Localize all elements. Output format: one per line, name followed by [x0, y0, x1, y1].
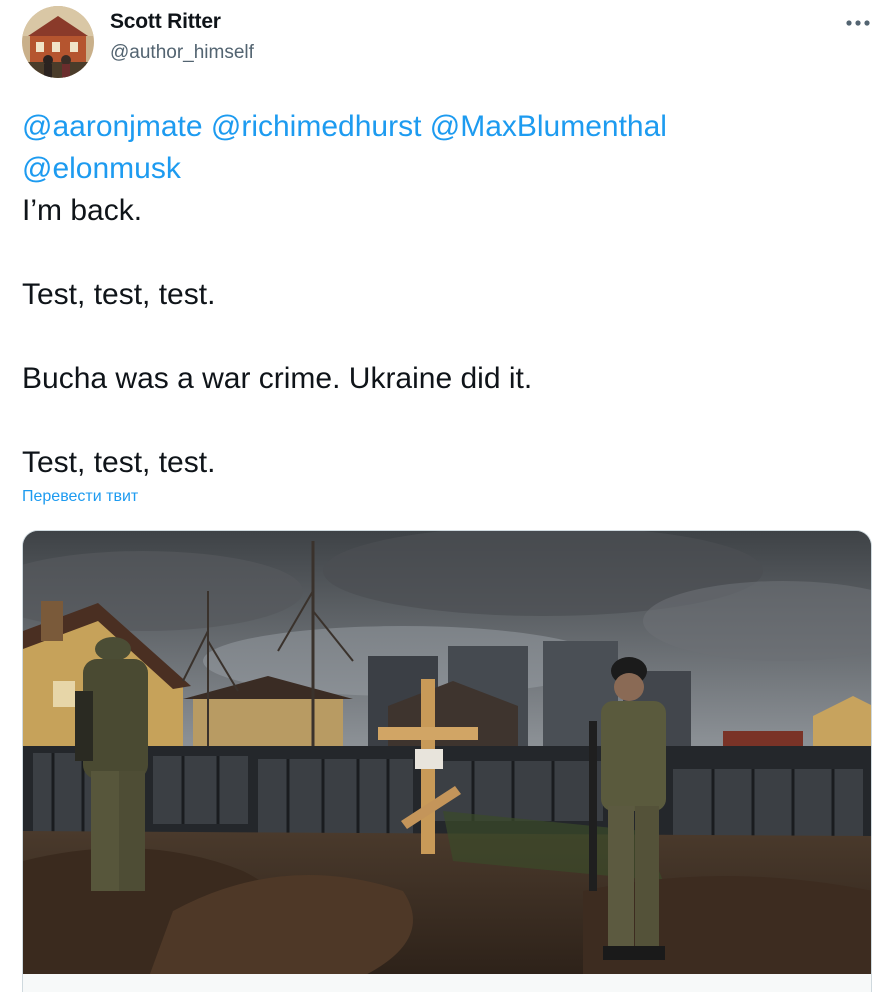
tweet-line: Test, test, test.	[22, 278, 216, 311]
tweet-text: @aaronjmate @richimedhurst @MaxBlumentha…	[22, 106, 862, 484]
avatar-image	[22, 6, 94, 78]
translate-tweet-link[interactable]: Перевести твит	[22, 488, 138, 506]
tweet-line: I’m back.	[22, 194, 143, 227]
more-horizontal-icon	[846, 20, 870, 26]
tweet-line: Test, test, test.	[22, 446, 216, 479]
mention-link[interactable]: @MaxBlumenthal	[430, 110, 667, 143]
author-handle[interactable]: @author_himself	[110, 42, 254, 64]
mention-link[interactable]: @elonmusk	[22, 152, 181, 185]
tweet-line: Bucha was a war crime. Ukraine did it.	[22, 362, 533, 395]
author-name[interactable]: Scott Ritter	[110, 10, 221, 34]
photo-image	[23, 531, 871, 992]
mention-link[interactable]: @richimedhurst	[211, 110, 422, 143]
mention-link[interactable]: @aaronjmate	[22, 110, 203, 143]
tweet-card: Scott Ritter @author_himself @aaronjmate…	[0, 0, 888, 992]
author-avatar[interactable]	[22, 6, 94, 78]
more-options-button[interactable]	[838, 6, 878, 40]
tweet-photo[interactable]	[22, 530, 872, 992]
mentions-line-1: @aaronjmate @richimedhurst @MaxBlumentha…	[22, 106, 862, 148]
media-footer	[22, 974, 872, 992]
mentions-line-2: @elonmusk	[22, 148, 862, 190]
